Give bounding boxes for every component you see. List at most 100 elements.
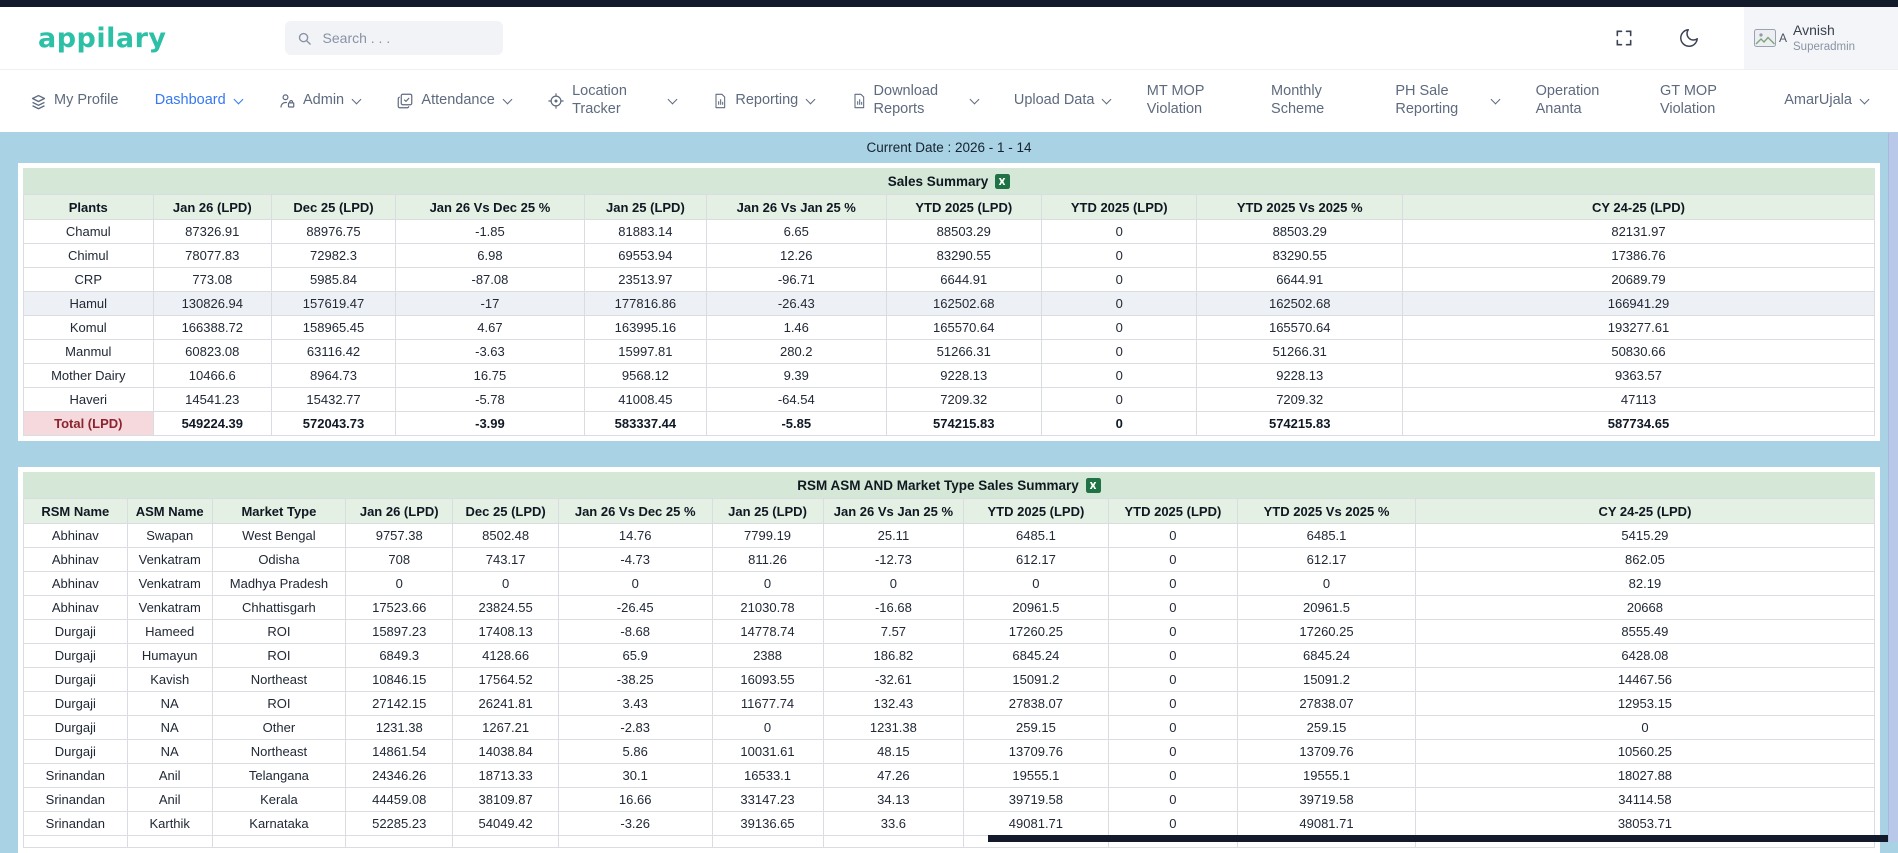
search-box[interactable] (284, 21, 503, 55)
excel-export-icon[interactable] (995, 173, 1011, 189)
table-cell: 63116.42 (271, 339, 397, 364)
table-cell: 88976.75 (271, 219, 397, 244)
table-cell: 38053.71 (1414, 811, 1876, 836)
table-cell: 158965.45 (271, 315, 397, 340)
nav-item-ph-sale-reporting[interactable]: PH Sale Reporting (1395, 83, 1501, 118)
table-cell: 33147.23 (711, 787, 824, 812)
nav-item-upload-data[interactable]: Upload Data (1013, 92, 1112, 110)
table-cell: 19555.1 (963, 763, 1109, 788)
table-cell: 8555.49 (1414, 619, 1876, 644)
table-cell: 1267.21 (452, 715, 559, 740)
fullscreen-icon[interactable] (1614, 28, 1634, 48)
table-cell: Madhya Pradesh (211, 571, 347, 596)
table-cell: 0 (1107, 571, 1239, 596)
header-row: RSM Name ASM Name Market Type Jan 26 (LPD) D… (23, 498, 1876, 524)
nav-item-my-profile[interactable]: My Profile (30, 92, 118, 111)
table-row: Mother Dairy 10466.6 8964.73 16.75 9568.12 9.… (23, 363, 1876, 388)
table-cell: 0 (1040, 339, 1198, 364)
nav-item-dashboard[interactable]: Dashboard (155, 92, 244, 110)
table-cell: 162502.68 (885, 291, 1043, 316)
chevron-down-icon (351, 94, 362, 104)
table-cell: 10466.6 (152, 363, 273, 388)
table-row: Durgaji NA ROI 27142.15 26241.81 3.43 11677.74… (23, 691, 1876, 716)
table-cell: 6485.1 (963, 523, 1109, 548)
table-cell: -1.85 (395, 219, 585, 244)
table-cell: Total (LPD) (23, 411, 154, 436)
table-cell: 16.75 (395, 363, 585, 388)
vertical-scrollbar[interactable] (1888, 133, 1898, 842)
table-cell: -3.63 (395, 339, 585, 364)
table-cell: 5.86 (557, 739, 713, 764)
table-cell: 87326.91 (152, 219, 273, 244)
table-cell: 6428.08 (1414, 643, 1876, 668)
nav-item-mt-mop-violation[interactable]: MT MOP Violation (1147, 83, 1235, 118)
user-menu[interactable]: A Avnish Superadmin (1744, 7, 1898, 69)
table-cell: 0 (1040, 267, 1198, 292)
horizontal-scrollbar-thumb[interactable] (988, 835, 1888, 842)
nav-item-download-reports[interactable]: Download Reports (851, 83, 979, 118)
table-cell: 9568.12 (583, 363, 707, 388)
column-header: Plants (23, 194, 154, 220)
table-cell: Chhattisgarh (211, 595, 347, 620)
table-cell: Durgaji (23, 691, 128, 716)
nav-item-reporting[interactable]: Reporting (712, 92, 816, 110)
excel-export-icon[interactable] (1085, 477, 1101, 493)
nav-item-location-tracker[interactable]: Location Tracker (547, 83, 678, 118)
column-header: CY 24-25 (LPD) (1414, 498, 1876, 524)
table-cell: Srinandan (23, 811, 128, 836)
table-row: Durgaji Kavish Northeast 10846.15 17564.52 -3… (23, 667, 1876, 692)
table-cell: 0 (1107, 643, 1239, 668)
table-cell: 163995.16 (583, 315, 707, 340)
nav-item-amarujala[interactable]: AmarUjala (1784, 92, 1870, 110)
table-row: Abhinav Swapan West Bengal 9757.38 8502.48 14… (23, 523, 1876, 548)
nav-item-attendance[interactable]: Attendance (396, 92, 513, 110)
table-row: Haveri 14541.23 15432.77 -5.78 41008.45 -64.5… (23, 387, 1876, 412)
table-cell: Northeast (211, 739, 347, 764)
table-cell: 14.76 (557, 523, 713, 548)
chevron-down-icon (969, 94, 979, 104)
table-cell: 24346.26 (345, 763, 454, 788)
table-cell: 0 (1107, 811, 1239, 836)
sales-summary-title: Sales Summary (23, 168, 1875, 194)
table-cell: Swapan (126, 523, 213, 548)
table-cell: Durgaji (23, 739, 128, 764)
table-cell: 6.98 (395, 243, 585, 268)
table-cell: 11677.74 (711, 691, 824, 716)
table-cell: 0 (1107, 667, 1239, 692)
table-cell: 44459.08 (345, 787, 454, 812)
search-input[interactable] (320, 29, 491, 47)
table-cell: 23513.97 (583, 267, 707, 292)
table-cell: Manmul (23, 339, 154, 364)
nav-item-monthly-scheme[interactable]: Monthly Scheme (1271, 83, 1359, 118)
nav-item-label: Location Tracker (572, 83, 627, 117)
table-cell: 83290.55 (885, 243, 1043, 268)
table-cell: 0 (1040, 315, 1198, 340)
user-role: Superadmin (1793, 40, 1856, 53)
nav-item-operation-ananta[interactable]: Operation Ananta (1536, 83, 1624, 118)
table-cell: 7.57 (822, 619, 965, 644)
nav-item-admin[interactable]: Admin (278, 92, 362, 110)
table-cell: 16533.1 (711, 763, 824, 788)
table-cell: 6644.91 (885, 267, 1043, 292)
table-cell: 177816.86 (583, 291, 707, 316)
file-chart-icon (851, 92, 867, 110)
table-cell: 0 (1107, 691, 1239, 716)
table-cell: 88503.29 (885, 219, 1043, 244)
table-cell: 259.15 (1237, 715, 1416, 740)
nav-item-label: Upload Data (1013, 92, 1095, 109)
table-cell: Kerala (211, 787, 347, 812)
table-cell: 549224.39 (152, 411, 273, 436)
table-cell: Venkatram (126, 571, 213, 596)
table-cell: Srinandan (23, 787, 128, 812)
table-cell: -26.45 (557, 595, 713, 620)
nav-item-gt-mop-violation[interactable]: GT MOP Violation (1660, 83, 1748, 118)
table-row: CRP 773.08 5985.84 -87.08 23513.97 -96.71 6644… (23, 267, 1876, 292)
nav-item-label: AmarUjala (1784, 92, 1852, 109)
layers-icon (30, 92, 47, 111)
dark-mode-moon-icon[interactable] (1678, 27, 1700, 49)
table-cell: 47.26 (822, 763, 965, 788)
table-cell: 9363.57 (1401, 363, 1876, 388)
table-cell: Mother Dairy (23, 363, 154, 388)
table-cell: -5.78 (395, 387, 585, 412)
table-cell: Durgaji (23, 667, 128, 692)
